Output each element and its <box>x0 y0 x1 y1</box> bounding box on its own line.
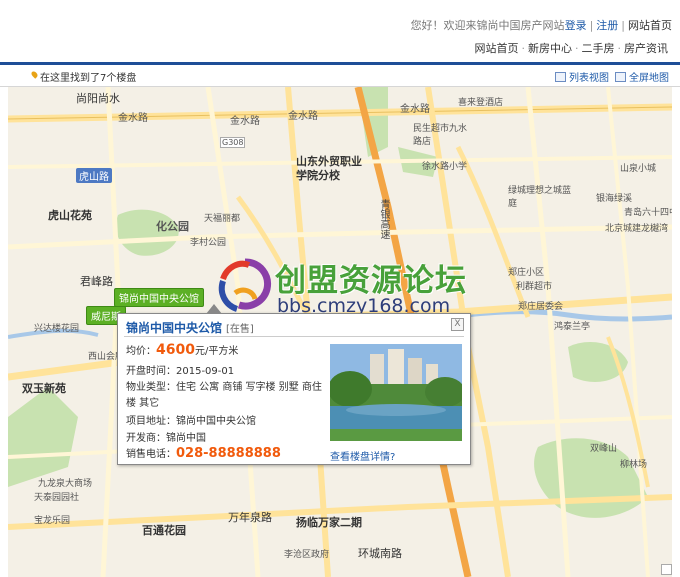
place-label-bold: 双玉新苑 <box>22 382 66 395</box>
price-label: 均价： <box>126 346 156 357</box>
list-view-button[interactable]: 列表视图 <box>555 69 609 84</box>
forum-logo-icon <box>218 258 272 312</box>
property-photo[interactable] <box>330 344 462 441</box>
property-info-window: 锦尚中国中央公馆 [在售] X 均价：4600元/平方米 开盘时间：2015-09… <box>117 304 471 465</box>
place-label: 万年泉路 <box>228 511 272 524</box>
road-label: 金水路 <box>230 116 260 127</box>
map-tag: 虎山路 <box>76 168 112 183</box>
location-pin-icon <box>30 70 39 79</box>
developer-value: 锦尚中国 <box>166 433 206 444</box>
price-unit: 元/平方米 <box>194 346 239 357</box>
results-count: 在这里找到了7个楼盘 <box>40 73 137 84</box>
poi-label: 青岛六十四中 <box>624 208 672 218</box>
road-label: 金水路 <box>288 111 318 122</box>
poi-label: 李村公园 <box>190 238 227 248</box>
open-date-row: 开盘时间：2015-09-01 <box>126 362 234 377</box>
info-window-pointer <box>206 304 222 314</box>
poi-label: 兴达楼花园 <box>34 324 80 334</box>
sale-status-badge: [在售] <box>226 324 254 335</box>
property-type-label: 物业类型： <box>126 382 176 393</box>
poi-label: 宝龙乐园 <box>34 516 71 526</box>
welcome-bar: 您好！欢迎来锦尚中国房产网站登录 | 注册 | 网站首页 <box>410 19 672 32</box>
phone-label: 销售电话： <box>126 449 176 460</box>
nav-new-homes[interactable]: 新房中心 <box>528 42 572 55</box>
poi-label: 利群超市 <box>516 282 553 292</box>
property-title[interactable]: 锦尚中国中央公馆 [在售] <box>126 319 254 336</box>
road-label: 青银高速 <box>378 199 389 239</box>
property-type-row: 物业类型：住宅 公寓 商铺 写字楼 别墅 商住 <box>126 378 322 393</box>
property-type-value: 住宅 公寓 商铺 写字楼 别墅 商住 <box>176 382 322 393</box>
nav-second-hand[interactable]: 二手房 <box>582 42 615 55</box>
place-label: 环城南路 <box>358 547 402 560</box>
open-date-label: 开盘时间： <box>126 366 176 377</box>
property-name: 锦尚中国中央公馆 <box>126 321 223 335</box>
phone-value: 028-88888888 <box>176 446 281 461</box>
poi-label: 鸿泰兰亭 <box>554 322 591 332</box>
main-nav: 网站首页 · 新房中心 · 二手房 · 房产资讯 <box>474 42 669 55</box>
property-type-value-cont: 楼 其它 <box>126 398 160 409</box>
poi-label: 李沧区政府 <box>284 550 330 560</box>
view-details-link[interactable]: 查看楼盘详情? <box>330 448 395 463</box>
poi-label: 天泰园园社 <box>34 493 80 503</box>
welcome-text: 您好！欢迎来锦尚中国房产网站 <box>410 19 565 32</box>
site-header: 您好！欢迎来锦尚中国房产网站登录 | 注册 | 网站首页 网站首页 · 新房中心 · 二手房 · 房… <box>0 0 680 62</box>
nav-home[interactable]: 网站首页 <box>475 42 519 55</box>
poi-label: 郑庄居委会 <box>518 302 564 312</box>
road-label: 金水路 <box>118 113 148 124</box>
full-map-button[interactable]: 全屏地图 <box>615 69 669 84</box>
home-link[interactable]: 网站首页 <box>628 19 672 32</box>
list-view-label: 列表视图 <box>569 73 609 84</box>
property-photo-image <box>330 344 462 441</box>
poi-label: 银海绿溪 <box>596 194 633 204</box>
road <box>8 224 672 250</box>
list-icon <box>555 72 566 82</box>
poi-label: 山泉小城 <box>620 164 657 174</box>
nav-news[interactable]: 房产资讯 <box>624 42 668 55</box>
place-label: 化公园 <box>156 220 189 233</box>
road-label: 金水路 <box>400 104 430 115</box>
poi-label: 徐水路小学 <box>422 162 468 172</box>
poi-label: 双峰山 <box>590 444 618 454</box>
fullscreen-icon <box>615 72 626 82</box>
place-label-bold: 百通花园 <box>142 524 186 537</box>
property-marker[interactable]: 锦尚中国中央公馆 <box>114 288 204 307</box>
address-row: 项目地址：锦尚中国中央公馆 <box>126 412 256 427</box>
login-link[interactable]: 登录 <box>565 19 587 32</box>
poi-label: 天福丽都 <box>204 214 241 224</box>
address-label: 项目地址： <box>126 416 176 427</box>
price-row: 均价：4600元/平方米 <box>126 342 238 358</box>
park-area <box>8 387 78 487</box>
full-map-label: 全屏地图 <box>629 73 669 84</box>
place-label-bold: 扬临万家二期 <box>296 516 362 529</box>
watermark-title: 创盟资源论坛 <box>275 263 467 299</box>
map-tag: G308 <box>220 137 246 148</box>
place-label: 君峰路 <box>80 275 113 288</box>
poi-label: 九龙泉大商场 <box>38 479 93 489</box>
developer-label: 开发商： <box>126 433 166 444</box>
phone-row: 销售电话：028-88888888 <box>126 445 281 461</box>
divider <box>124 336 464 337</box>
poi-label: 柳林场 <box>620 460 648 470</box>
map-toolbar: 在这里找到了7个楼盘 列表视图 全屏地图 <box>0 65 680 87</box>
register-link[interactable]: 注册 <box>596 19 618 32</box>
developer-row: 开发商：锦尚中国 <box>126 429 206 444</box>
property-type-row-cont: 楼 其它 <box>126 394 159 409</box>
place-label-bold: 山东外贸职业学院分校 <box>296 155 362 182</box>
place-label: 尚阳尚水 <box>76 92 120 105</box>
price-value: 4600 <box>156 342 195 358</box>
road <box>100 87 121 577</box>
resize-handle-icon[interactable] <box>661 564 672 575</box>
close-icon[interactable]: X <box>451 318 464 331</box>
poi-label: 郑庄小区 <box>508 268 545 278</box>
place-label-bold: 虎山花苑 <box>48 209 92 222</box>
poi-label: 北京城建龙樾湾 <box>605 224 669 234</box>
address-value: 锦尚中国中央公馆 <box>176 416 256 427</box>
poi-label: 喜来登酒店 <box>458 98 504 108</box>
poi-label: 民生超市九水路店 <box>413 124 468 147</box>
open-date-value: 2015-09-01 <box>176 366 235 377</box>
poi-label: 绿城理想之城蓝庭 <box>508 186 572 209</box>
